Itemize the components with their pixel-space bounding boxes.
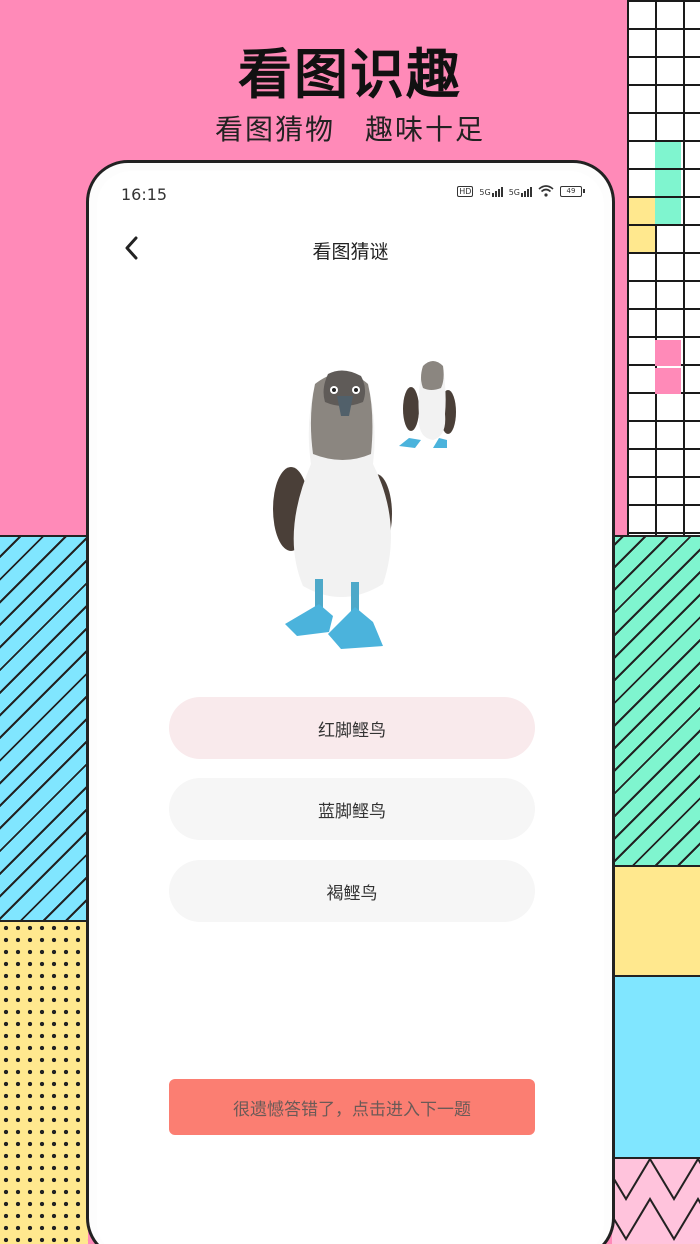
app-screen: 16:15 HD 5G 5G 49 看图猜谜 红脚鲣鸟 蓝脚鲣鸟 褐鲣鸟 很遗憾…: [97, 171, 604, 1244]
grid-cell-mint: [655, 198, 681, 224]
promo-headline: 看图识趣: [238, 43, 462, 106]
grid-cell-yellow: [629, 226, 655, 252]
background-block-yellow: [612, 865, 700, 975]
promo-subline: 看图猜物 趣味十足: [214, 113, 485, 146]
answer-option-1[interactable]: 红脚鲣鸟: [169, 697, 535, 759]
background-stripes-blue: [0, 535, 88, 920]
status-icons: HD 5G 5G 49: [457, 185, 585, 197]
quiz-image: [273, 361, 456, 649]
answer-option-3[interactable]: 褐鲣鸟: [169, 860, 535, 922]
network-label: 5G: [479, 188, 491, 197]
background-stripes-mint: [612, 535, 700, 865]
hd-icon: HD: [457, 185, 474, 197]
background-block-cyan: [612, 975, 700, 1157]
status-time: 16:15: [121, 185, 168, 204]
grid-cell-pink: [655, 368, 681, 394]
answer-option-2[interactable]: 蓝脚鲣鸟: [169, 778, 535, 840]
page-title: 看图猜谜: [312, 241, 389, 263]
grid-cell-pink: [655, 340, 681, 366]
signal-5g-icon: 5G: [479, 185, 503, 197]
battery-icon: 49: [560, 185, 585, 197]
background-chevrons-pink: [612, 1157, 700, 1244]
network-label: 5G: [508, 188, 520, 197]
signal-5g-icon: 5G: [509, 185, 532, 197]
phone-frame: 16:15 HD 5G 5G 49 看图猜谜 红脚鲣鸟 蓝脚鲣鸟 褐鲣鸟 很遗憾…: [86, 160, 615, 1244]
wifi-icon: [538, 185, 554, 197]
grid-cell-yellow: [629, 198, 655, 224]
booby-small: [399, 361, 456, 448]
next-question-button[interactable]: 很遗憾答错了，点击进入下一题: [169, 1079, 535, 1135]
booby-large: [273, 370, 392, 649]
grid-cell-mint: [655, 170, 681, 196]
background-dots-yellow: [0, 920, 88, 1244]
